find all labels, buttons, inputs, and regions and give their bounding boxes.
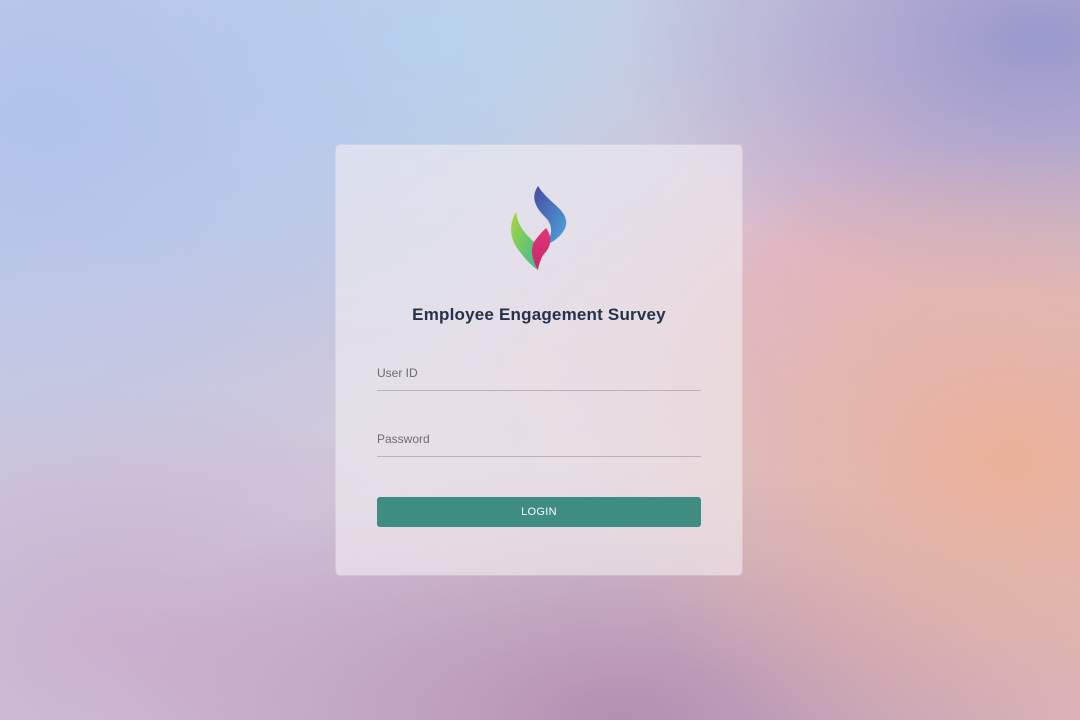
password-input[interactable] — [377, 422, 701, 456]
login-button[interactable]: LOGIN — [377, 497, 701, 527]
password-field-container — [377, 422, 701, 457]
user-id-field-container — [377, 356, 701, 391]
login-card: Employee Engagement Survey LOGIN — [336, 145, 742, 575]
survey-title: Employee Engagement Survey — [412, 305, 666, 324]
user-id-input[interactable] — [377, 356, 701, 390]
company-logo-icon — [511, 186, 567, 270]
